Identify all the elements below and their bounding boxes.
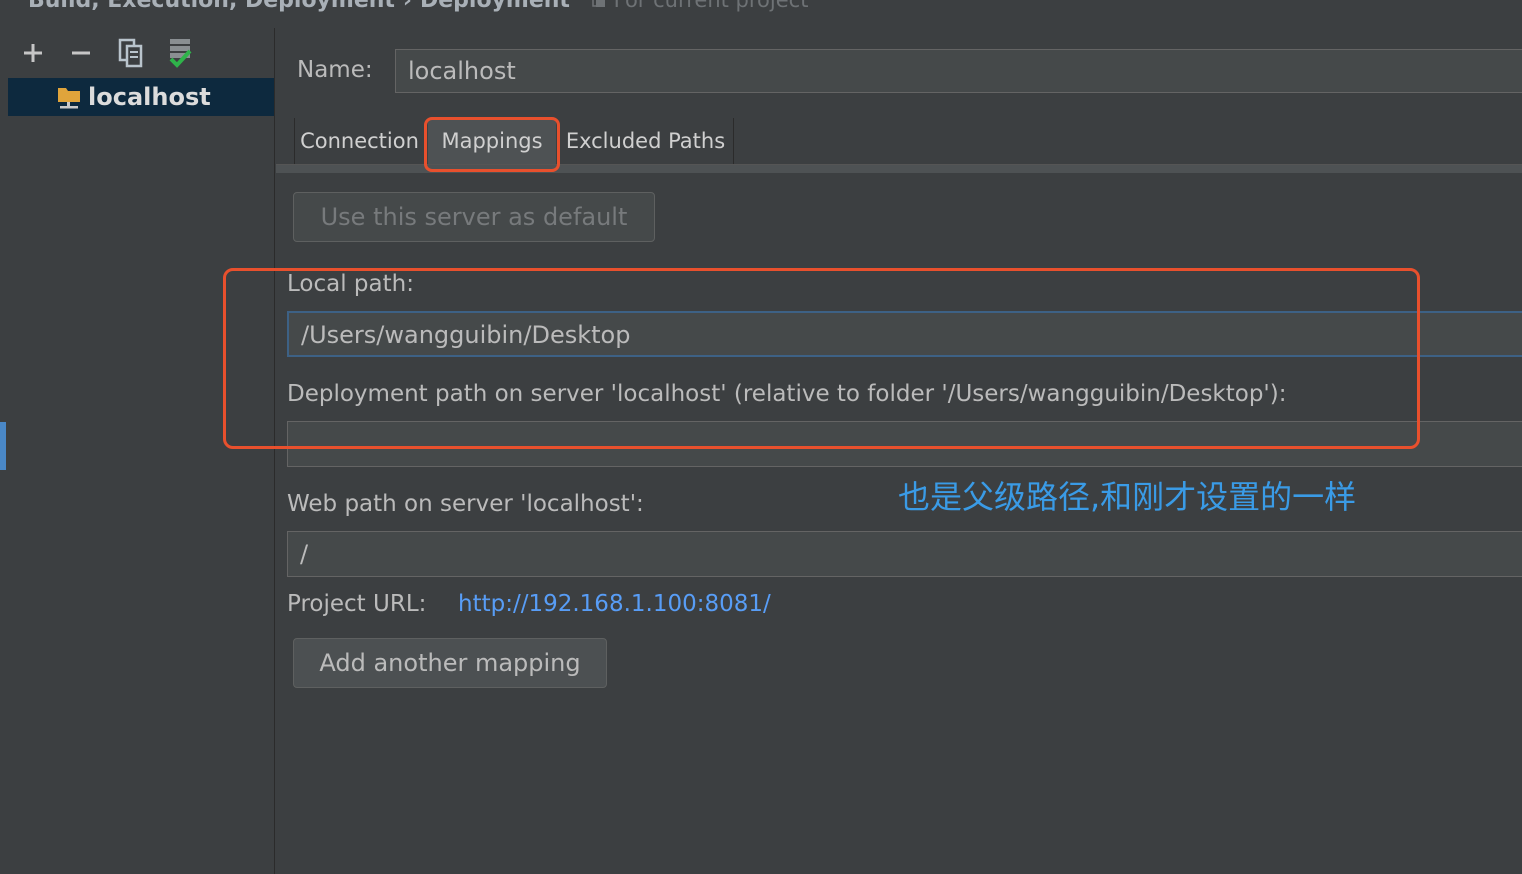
breadcrumb-separator: › [402,0,412,13]
tree-item-localhost[interactable]: localhost [8,78,274,116]
server-default-icon [169,39,192,68]
scope-label: For current project [613,0,809,12]
tab-connection[interactable]: Connection [294,118,424,164]
panel-divider[interactable] [274,28,275,874]
scroll-indicator [0,422,6,470]
server-folder-icon [58,88,80,109]
add-mapping-button[interactable]: Add another mapping [293,638,607,688]
add-server-button[interactable] [16,36,50,70]
set-default-server-button[interactable] [163,36,197,70]
name-label: Name: [297,57,373,83]
server-list-panel [8,28,274,874]
web-path-label: Web path on server 'localhost': [287,491,644,517]
minus-icon [72,51,90,55]
paths-highlight-box [223,268,1420,449]
tree-item-label: localhost [88,83,211,111]
tab-excluded-paths[interactable]: Excluded Paths [558,118,734,164]
copy-server-button[interactable] [114,36,148,70]
copy-icon [118,38,143,68]
remove-server-button[interactable] [64,36,98,70]
project-url-label: Project URL: [287,591,427,617]
breadcrumb: Build, Execution, Deployment › Deployment … [28,0,808,14]
plus-icon [24,44,42,62]
annotation-note: 也是父级路径,和刚才设置的一样 [898,478,1357,516]
project-url-link[interactable]: http://192.168.1.100:8081/ [458,591,771,617]
breadcrumb-current: Deployment [420,0,570,13]
project-scope-icon [591,0,605,7]
mappings-tab-highlight [424,117,560,172]
use-as-default-button[interactable]: Use this server as default [293,192,655,242]
name-input[interactable]: localhost [395,49,1522,93]
breadcrumb-parent[interactable]: Build, Execution, Deployment [28,0,395,13]
web-path-input[interactable]: / [287,531,1522,577]
